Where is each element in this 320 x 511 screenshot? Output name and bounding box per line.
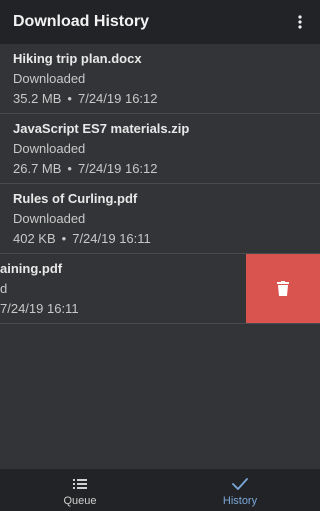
bottom-navigation: Queue History — [0, 469, 320, 511]
file-date: 7/24/19 16:12 — [77, 91, 158, 106]
meta-separator: • — [67, 161, 72, 176]
download-item-swiped[interactable]: aining.pdf d 7/24/19 16:11 — [0, 254, 320, 324]
download-item-content: JavaScript ES7 materials.zip Downloaded … — [0, 114, 320, 183]
delete-button[interactable] — [246, 254, 320, 323]
file-meta: 402 KB • 7/24/19 16:11 — [13, 231, 151, 247]
download-item[interactable]: Hiking trip plan.docx Downloaded 35.2 MB… — [0, 44, 320, 114]
more-vert-icon — [298, 15, 302, 29]
file-date: 7/24/19 16:11 — [72, 231, 151, 246]
file-name: JavaScript ES7 materials.zip — [13, 121, 190, 136]
app-root: Download History Hiking trip plan.docx D… — [0, 0, 320, 511]
trash-icon — [277, 281, 289, 296]
checkmark-icon — [232, 476, 248, 492]
meta-separator: • — [61, 231, 67, 246]
file-size: 402 KB — [13, 231, 56, 246]
meta-separator: • — [67, 91, 72, 106]
file-name: aining.pdf — [0, 261, 63, 276]
file-status: Downloaded — [13, 211, 86, 226]
file-meta: 26.7 MB • 7/24/19 16:12 — [13, 161, 158, 177]
file-meta: 35.2 MB • 7/24/19 16:12 — [13, 91, 158, 107]
file-status: Downloaded — [13, 71, 86, 86]
file-status: Downloaded — [13, 141, 86, 156]
swiped-item-content: aining.pdf d 7/24/19 16:11 — [0, 254, 246, 323]
file-date: 7/24/19 16:12 — [77, 161, 158, 176]
nav-tab-queue[interactable]: Queue — [0, 469, 160, 511]
file-size: 26.7 MB — [13, 161, 62, 176]
more-options-button[interactable] — [288, 10, 312, 34]
file-size: 35.2 MB — [13, 91, 62, 106]
download-item[interactable]: Rules of Curling.pdf Downloaded 402 KB • 7… — [0, 184, 320, 254]
page-title: Download History — [13, 13, 150, 30]
nav-tab-history[interactable]: History — [160, 469, 320, 511]
nav-tab-label: History — [222, 495, 258, 507]
file-status: d — [0, 281, 8, 296]
file-date: 7/24/19 16:11 — [0, 301, 79, 316]
nav-tab-label: Queue — [63, 495, 97, 507]
queue-list-icon — [73, 476, 87, 492]
app-bar: Download History — [0, 0, 320, 44]
file-name: Rules of Curling.pdf — [13, 191, 138, 206]
download-item-content: Hiking trip plan.docx Downloaded 35.2 MB… — [0, 44, 320, 113]
file-name: Hiking trip plan.docx — [13, 51, 142, 66]
download-item-content: Rules of Curling.pdf Downloaded 402 KB • 7… — [0, 184, 320, 253]
download-item[interactable]: JavaScript ES7 materials.zip Downloaded … — [0, 114, 320, 184]
